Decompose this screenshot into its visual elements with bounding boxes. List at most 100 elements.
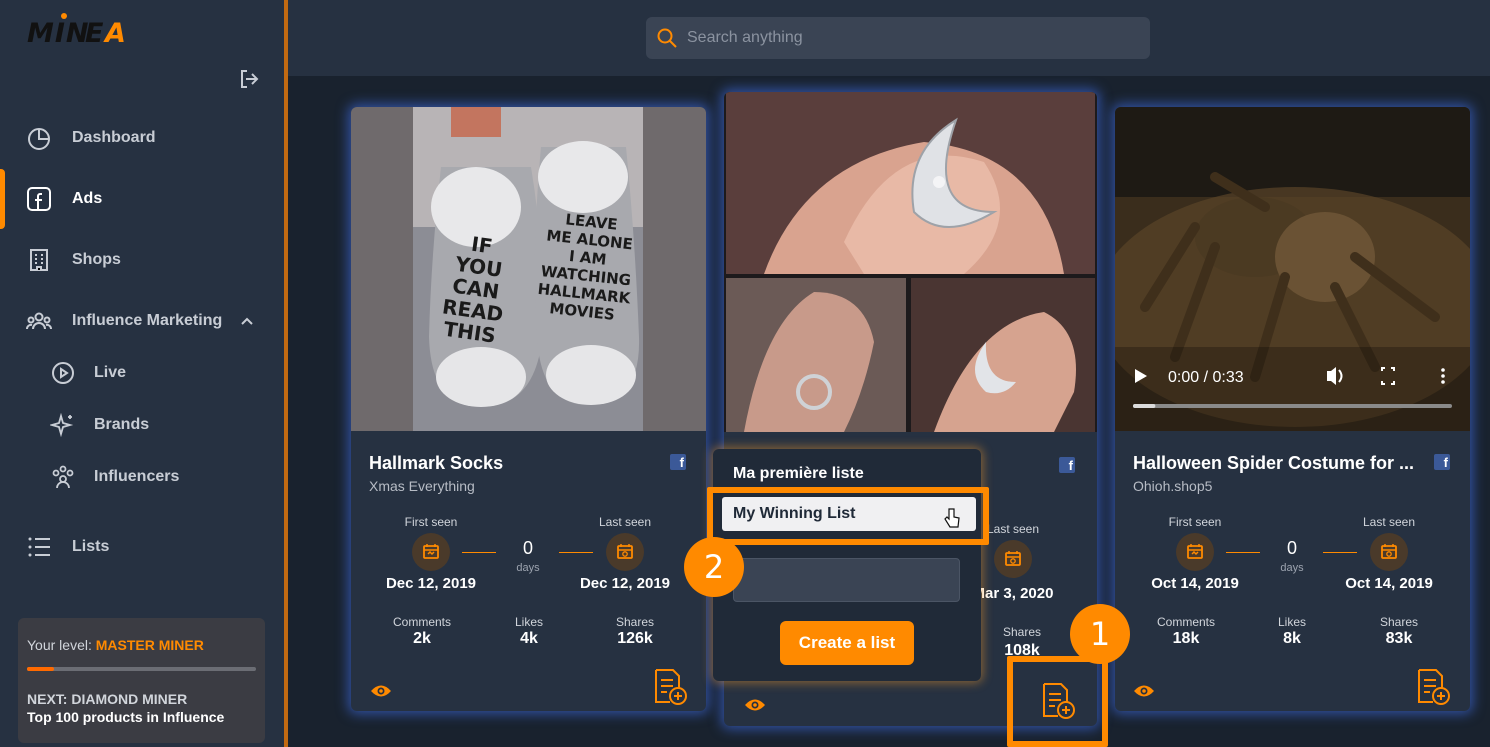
nav-ads[interactable]: Ads [0, 169, 284, 229]
eye-icon[interactable] [370, 683, 392, 699]
calendar-end-icon [994, 540, 1032, 578]
app-root: MIN E A Dashboard Ads Shops Influence Ma… [0, 0, 1490, 747]
list-icon [28, 537, 50, 557]
likes-value: 8k [1283, 630, 1301, 647]
logo[interactable]: MIN E A [27, 12, 137, 53]
spider-video[interactable]: 0:00 / 0:33 [1115, 107, 1470, 431]
level-name: MASTER MINER [95, 637, 204, 653]
level-line: Your level: MASTER MINER [27, 637, 204, 653]
create-list-button[interactable]: Create a list [780, 621, 914, 665]
sidebar-divider [284, 0, 288, 747]
level-progress-track [27, 667, 256, 671]
popover-title: Ma première liste [733, 465, 864, 482]
sparkles-icon [50, 412, 74, 438]
shares-label: Shares [1379, 615, 1419, 629]
days-label: days [1280, 562, 1304, 574]
svg-text:MIN: MIN [27, 18, 90, 46]
highlight-list-option [707, 487, 989, 545]
new-list-name-input[interactable] [733, 558, 960, 602]
nav-live-label: Live [94, 364, 127, 381]
nav-influence-label: Influence Marketing [72, 312, 223, 329]
nav-live[interactable]: Live [0, 353, 284, 393]
comments-value: 2k [413, 630, 431, 647]
nav-lists-label: Lists [72, 538, 110, 555]
shares-value: 83k [1385, 630, 1413, 647]
card-shop[interactable]: Ohioh.shop5 [1133, 478, 1212, 494]
first-seen-label: First seen [404, 515, 458, 529]
video-time: 0:00 / 0:33 [1168, 369, 1244, 386]
next-level-desc: Top 100 products in Influence [27, 709, 225, 725]
timeline-line [1226, 552, 1260, 553]
last-seen-label: Last seen [1362, 515, 1416, 529]
search-placeholder: Search anything [687, 29, 803, 46]
facebook-icon: f [1059, 457, 1075, 473]
eye-icon[interactable] [1133, 683, 1155, 699]
first-seen-label: First seen [1168, 515, 1222, 529]
search-input[interactable]: Search anything [646, 17, 1150, 59]
timeline-line [559, 552, 593, 553]
ad-card-3[interactable]: 0:00 / 0:33 Halloween Spider Costume for… [1115, 107, 1470, 711]
days-label: days [516, 562, 540, 574]
shares-label: Shares [615, 615, 655, 629]
shares-label: Shares [1002, 625, 1042, 639]
chevron-up-icon[interactable] [240, 314, 254, 328]
highlight-add-button [1007, 656, 1108, 747]
sidebar: MIN E A Dashboard Ads Shops Influence Ma… [0, 0, 284, 747]
calendar-start-icon [412, 533, 450, 571]
nav-lists[interactable]: Lists [0, 525, 284, 569]
nav-shops-label: Shops [72, 251, 121, 268]
comments-value: 18k [1172, 630, 1200, 647]
likes-label: Likes [1277, 615, 1306, 629]
topbar: Search anything [288, 0, 1490, 76]
nav-shops[interactable]: Shops [0, 238, 284, 282]
first-seen-date: Oct 14, 2019 [1151, 575, 1239, 592]
moon-ring-image[interactable] [724, 92, 1097, 432]
card-shop[interactable]: Xmas Everything [369, 478, 475, 494]
days-count: 0 [522, 538, 533, 558]
timeline-line [462, 552, 496, 553]
level-box: Your level: MASTER MINER NEXT: DIAMOND M… [18, 618, 265, 743]
calendar-end-icon [606, 533, 644, 571]
add-to-list-icon[interactable] [652, 668, 688, 706]
card-title: Hallmark Socks [369, 453, 504, 473]
nav-influencers[interactable]: Influencers [0, 457, 284, 497]
facebook-icon: f [1434, 454, 1450, 470]
nav-brands-label: Brands [94, 416, 150, 433]
last-seen-date: Oct 14, 2019 [1345, 575, 1433, 592]
add-to-list-icon[interactable] [1415, 668, 1451, 706]
days-count: 0 [1286, 538, 1297, 558]
building-icon [30, 249, 48, 271]
ad-card-1[interactable]: IFYOUCANREADTHIS LEAVEME ALONEI AMWATCHI… [351, 107, 706, 711]
calendar-start-icon [1176, 533, 1214, 571]
search-icon [657, 28, 677, 48]
level-progress-fill [27, 667, 55, 671]
svg-text:A: A [103, 18, 127, 46]
nav-dashboard[interactable]: Dashboard [0, 116, 284, 160]
socks-image[interactable]: IFYOUCANREADTHIS LEAVEME ALONEI AMWATCHI… [351, 107, 706, 431]
users-network-icon [52, 465, 74, 489]
collapse-sidebar-icon[interactable] [238, 68, 260, 90]
last-seen-date: Dec 12, 2019 [579, 575, 671, 592]
nav-ads-label: Ads [72, 190, 103, 207]
level-prefix: Your level: [27, 637, 96, 653]
nav-influence-marketing[interactable]: Influence Marketing [0, 299, 284, 343]
facebook-icon [27, 187, 51, 211]
add-to-list-popover: Ma première liste My Winning List Create… [713, 449, 981, 681]
timeline-line [1323, 552, 1357, 553]
comments-label: Comments [1156, 615, 1215, 629]
nav-brands[interactable]: Brands [0, 405, 284, 445]
likes-value: 4k [520, 630, 538, 647]
play-circle-icon [52, 362, 74, 384]
video-progress-fill [1133, 404, 1156, 408]
svg-text:E: E [85, 18, 104, 46]
calendar-end-icon [1370, 533, 1408, 571]
step-badge-2: 2 [684, 537, 744, 597]
card-title: Halloween Spider Costume for ... [1133, 453, 1415, 473]
first-seen-date: Dec 12, 2019 [385, 575, 477, 592]
nav-influencers-label: Influencers [94, 468, 180, 485]
pie-chart-icon [28, 128, 50, 150]
eye-icon[interactable] [744, 697, 766, 713]
last-seen-label: Last seen [598, 515, 652, 529]
people-group-icon [26, 312, 52, 330]
likes-label: Likes [514, 615, 543, 629]
